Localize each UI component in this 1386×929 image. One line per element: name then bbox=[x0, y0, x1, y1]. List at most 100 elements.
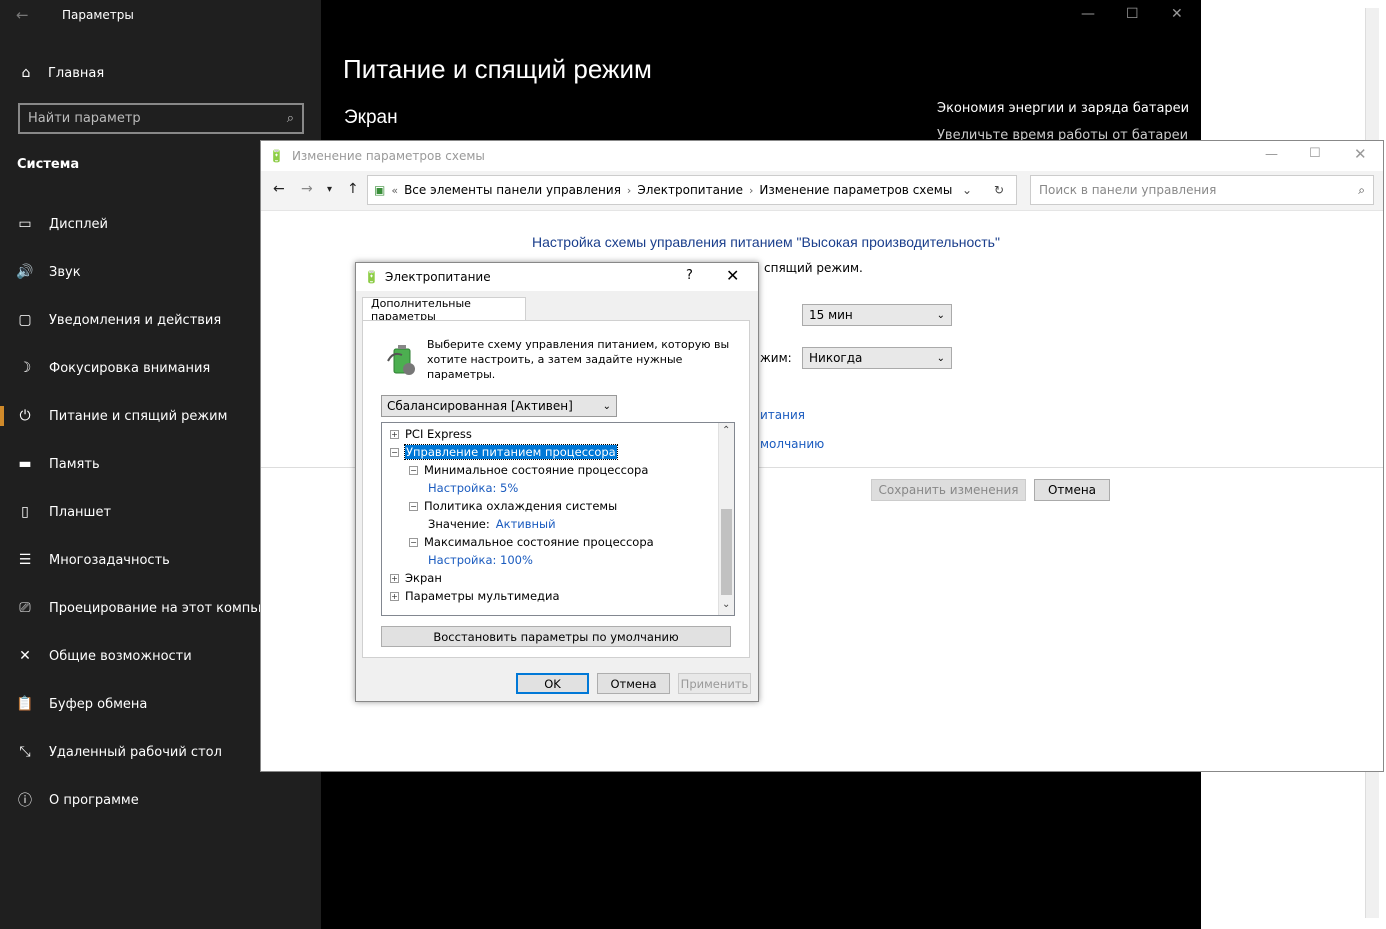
breadcrumb-overflow: « bbox=[391, 183, 399, 197]
plan-select[interactable]: Сбалансированная [Активен] ⌄ bbox=[381, 395, 617, 417]
info-icon: ⓘ bbox=[18, 793, 32, 809]
dialog-cancel-button[interactable]: Отмена bbox=[597, 673, 670, 694]
tree-item[interactable]: Значение: Активный bbox=[428, 515, 556, 533]
display-off-select[interactable]: 15 мин ⌄ bbox=[802, 304, 952, 326]
sleep-select[interactable]: Никогда ⌄ bbox=[802, 347, 952, 369]
breadcrumb-item[interactable]: Все элементы панели управления bbox=[404, 183, 621, 197]
screen-heading: Экран bbox=[344, 107, 398, 128]
scroll-thumb[interactable] bbox=[721, 509, 732, 595]
sidebar-item-label: Удаленный рабочий стол bbox=[49, 744, 222, 760]
cp-maximize-icon[interactable]: ☐ bbox=[1309, 146, 1321, 161]
cp-window-title: Изменение параметров схемы bbox=[291, 149, 485, 163]
collapse-icon[interactable]: − bbox=[409, 465, 418, 475]
restore-defaults-button[interactable]: Восстановить параметры по умолчанию bbox=[381, 626, 731, 647]
power-icon: ⏻ bbox=[19, 408, 31, 424]
tree-item-label: Политика охлаждения системы bbox=[424, 499, 618, 513]
address-bar[interactable]: ▣ « Все элементы панели управления › Эле… bbox=[367, 175, 1017, 205]
chevron-down-icon: ⌄ bbox=[936, 352, 945, 364]
tree-item[interactable]: − Минимальное состояние процессора bbox=[409, 461, 648, 479]
cp-close-icon[interactable]: ✕ bbox=[1354, 145, 1367, 163]
app-title: Параметры bbox=[62, 8, 134, 22]
tree-item-label: Максимальное состояние процессора bbox=[424, 535, 654, 549]
close-icon[interactable]: ✕ bbox=[1171, 6, 1183, 22]
search-icon[interactable]: ⌕ bbox=[287, 111, 294, 126]
section-title: Система bbox=[17, 157, 80, 172]
storage-icon: ▬ bbox=[18, 456, 32, 472]
chevron-down-icon: ⌄ bbox=[602, 400, 611, 412]
expand-icon[interactable]: + bbox=[390, 429, 399, 439]
tree-item[interactable]: + PCI Express bbox=[390, 425, 472, 443]
tree-item-label: Минимальное состояние процессора bbox=[424, 463, 649, 477]
sleep-label: жим: bbox=[760, 351, 792, 365]
dialog-title: Электропитание bbox=[384, 270, 491, 284]
scroll-up-icon[interactable]: ⌃ bbox=[722, 425, 730, 436]
help-button[interactable]: ? bbox=[686, 268, 693, 283]
back-arrow-icon[interactable]: ← bbox=[16, 6, 29, 24]
tree-item[interactable]: + Параметры мультимедиа bbox=[390, 587, 560, 605]
collapse-icon[interactable]: − bbox=[409, 537, 418, 547]
sidebar-item-label: Общие возможности bbox=[49, 648, 192, 664]
page-title: Питание и спящий режим bbox=[343, 54, 652, 84]
refresh-icon[interactable]: ↻ bbox=[994, 183, 1004, 197]
dialog-body: Выберите схему управления питанием, кото… bbox=[362, 320, 750, 658]
breadcrumb-item[interactable]: Изменение параметров схемы bbox=[759, 183, 952, 197]
save-changes-button[interactable]: Сохранить изменения bbox=[871, 479, 1026, 501]
tree-item[interactable]: − Политика охлаждения системы bbox=[409, 497, 617, 515]
recent-dropdown-icon[interactable]: ▾ bbox=[327, 184, 332, 195]
notification-icon: ▢ bbox=[18, 312, 32, 328]
home-link[interactable]: ⌂ Главная bbox=[18, 62, 105, 84]
expand-icon[interactable]: + bbox=[390, 573, 399, 583]
tree-item[interactable]: − Максимальное состояние процессора bbox=[409, 533, 654, 551]
sidebar-item-label: Фокусировка внимания bbox=[49, 360, 211, 376]
cp-cancel-button[interactable]: Отмена bbox=[1034, 479, 1110, 501]
sidebar-item-label: Планшет bbox=[49, 504, 112, 520]
minimize-icon[interactable]: — bbox=[1081, 6, 1095, 22]
cp-search-icon[interactable]: ⌕ bbox=[1358, 183, 1365, 198]
breadcrumb-sep: › bbox=[748, 183, 754, 197]
energy-heading: Экономия энергии и заряда батареи bbox=[937, 101, 1190, 116]
dialog-close-icon[interactable]: ✕ bbox=[726, 266, 739, 285]
sidebar-item-label: Звук bbox=[49, 264, 81, 280]
collapse-icon[interactable]: − bbox=[409, 501, 418, 511]
cp-navbar: ← → ▾ ↑ ▣ « Все элементы панели управлен… bbox=[261, 171, 1383, 211]
partial-text: спящий режим. bbox=[764, 261, 863, 275]
collapse-icon[interactable]: − bbox=[390, 447, 399, 457]
advanced-settings-link[interactable]: итания bbox=[760, 408, 805, 422]
up-icon[interactable]: ↑ bbox=[347, 181, 359, 197]
plan-value: Сбалансированная [Активен] bbox=[387, 399, 573, 413]
cp-minimize-icon[interactable]: — bbox=[1265, 147, 1278, 162]
tree-item-value[interactable]: Активный bbox=[496, 517, 556, 531]
tree-item-label: Параметры мультимедиа bbox=[405, 589, 560, 603]
tab-advanced-settings[interactable]: Дополнительные параметры bbox=[362, 297, 526, 323]
power-options-dialog: 🔋 Электропитание ? ✕ Дополнительные пара… bbox=[355, 262, 759, 702]
expand-icon[interactable]: + bbox=[390, 591, 399, 601]
apply-button[interactable]: Применить bbox=[678, 673, 751, 694]
settings-tree[interactable]: + PCI Express − Управление питанием процесс… bbox=[381, 422, 735, 616]
tree-item[interactable]: Настройка: 5% bbox=[428, 479, 518, 497]
sidebar-item-label: Буфер обмена bbox=[49, 696, 148, 712]
power-plan-icon bbox=[385, 341, 419, 377]
address-dropdown-icon[interactable]: ⌄ bbox=[962, 183, 972, 197]
sidebar-item-label: Питание и спящий режим bbox=[49, 408, 228, 424]
back-icon[interactable]: ← bbox=[273, 181, 285, 197]
ok-button[interactable]: OK bbox=[516, 673, 589, 694]
home-label: Главная bbox=[48, 65, 105, 81]
tree-item[interactable]: Настройка: 100% bbox=[428, 551, 533, 569]
sidebar-item[interactable]: ⓘ О программе bbox=[0, 780, 321, 820]
maximize-icon[interactable]: ☐ bbox=[1126, 6, 1139, 22]
forward-icon[interactable]: → bbox=[301, 181, 313, 197]
sidebar-item-label: Дисплей bbox=[49, 216, 109, 232]
tablet-icon: ▯ bbox=[21, 504, 29, 520]
tree-scrollbar[interactable]: ⌃ ⌄ bbox=[718, 423, 734, 615]
settings-search-input[interactable]: Найти параметр ⌕ bbox=[18, 103, 304, 134]
restore-defaults-link[interactable]: молчанию bbox=[760, 437, 824, 451]
tree-item-label: Экран bbox=[405, 571, 442, 585]
cp-search-input[interactable]: Поиск в панели управления ⌕ bbox=[1030, 175, 1374, 205]
plan-heading: Настройка схемы управления питанием "Выс… bbox=[532, 234, 1000, 250]
scroll-down-icon[interactable]: ⌄ bbox=[722, 599, 730, 610]
breadcrumb-item[interactable]: Электропитание bbox=[637, 183, 743, 197]
tree-item[interactable]: + Экран bbox=[390, 569, 442, 587]
tree-item[interactable]: − Управление питанием процессора bbox=[390, 443, 618, 461]
shared-icon: ✕ bbox=[19, 648, 31, 664]
tree-item-label: Управление питанием процессора bbox=[404, 444, 618, 460]
